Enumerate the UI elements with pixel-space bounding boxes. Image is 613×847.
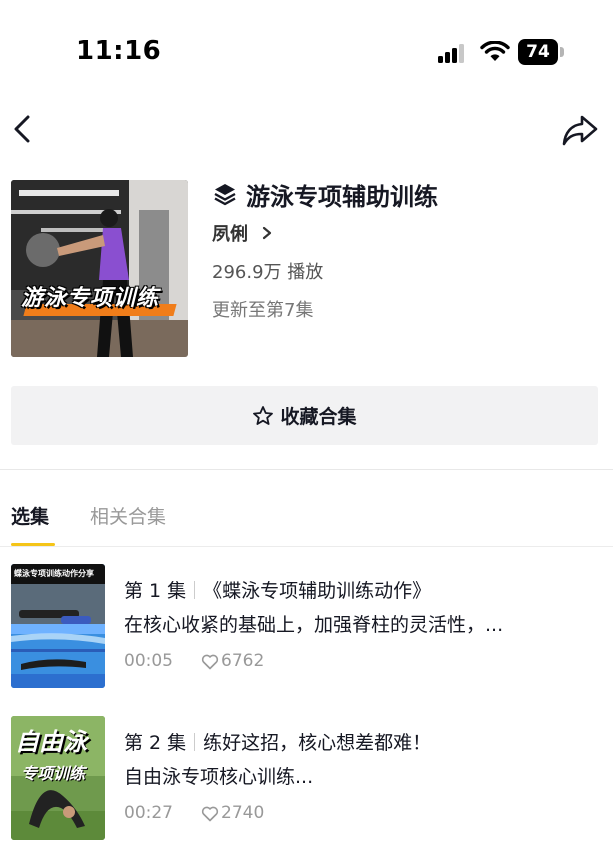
- back-arrow-icon[interactable]: [6, 112, 40, 146]
- episode-title-line: 第 1 集《蝶泳专项辅助训练动作》: [124, 576, 431, 603]
- wifi-icon: [480, 41, 510, 61]
- episode-thumbnail: 自由泳 专项训练: [11, 716, 105, 840]
- cover-title: 游泳专项训练: [21, 286, 160, 311]
- episode-item[interactable]: 蝶泳专项训练动作分享 第 1 集《蝶泳专项辅助训练动作》 在核心收紧的基础上，加…: [0, 562, 613, 692]
- episode-number: 第 2 集: [124, 732, 187, 754]
- battery-level: 74: [526, 42, 550, 62]
- episode-description: 自由泳专项核心训练...: [124, 766, 314, 788]
- episode-duration: 00:05: [124, 651, 173, 671]
- star-icon: [253, 405, 274, 425]
- play-count: 296.9万 播放: [212, 262, 324, 283]
- tab-related-collections[interactable]: 相关合集: [90, 502, 166, 529]
- favorite-label: 收藏合集: [280, 406, 357, 428]
- episode-duration: 00:27: [124, 803, 173, 823]
- author-name: 夙俐: [212, 224, 248, 245]
- tabs-divider: [0, 546, 613, 547]
- episode-meta: 00:27 2740: [124, 803, 264, 823]
- thumbnail-caption: 蝶泳专项训练动作分享: [14, 569, 94, 578]
- episode-thumbnail: 蝶泳专项训练动作分享: [11, 564, 105, 688]
- battery-icon: 74: [518, 39, 564, 65]
- section-divider: [0, 469, 613, 470]
- stack-icon: [214, 184, 236, 206]
- episode-likes: 2740: [221, 803, 265, 823]
- heart-icon: [201, 806, 219, 821]
- collection-title-row: 游泳专项辅助训练: [212, 178, 438, 211]
- collection-cover: 游泳专项训练: [11, 180, 188, 357]
- episode-title-line: 第 2 集练好这招，核心想差都难！: [124, 728, 431, 755]
- cover-photo: [11, 180, 188, 357]
- episode-likes: 6762: [221, 651, 265, 671]
- collection-page: 11:16 74 游泳专项训练 游泳专项辅助训练 夙俐 296.9万 播放 更新…: [0, 0, 613, 847]
- episode-title: 练好这招，核心想差都难！: [203, 732, 432, 754]
- share-icon[interactable]: [560, 112, 600, 148]
- thumbnail-caption-main: 自由泳: [15, 728, 87, 756]
- episode-number: 第 1 集: [124, 580, 187, 602]
- title-separator: [194, 581, 196, 599]
- collection-title: 游泳专项辅助训练: [246, 182, 438, 211]
- status-bar: 11:16 74: [0, 0, 613, 100]
- episode-description: 在核心收紧的基础上，加强脊柱的灵活性，...: [124, 614, 504, 636]
- update-info: 更新至第7集: [212, 300, 314, 321]
- heart-icon: [201, 654, 219, 669]
- tab-episodes[interactable]: 选集: [11, 502, 49, 529]
- thumbnail-caption-sub: 专项训练: [21, 764, 86, 783]
- favorite-collection-button[interactable]: 收藏合集: [11, 386, 598, 445]
- title-separator: [194, 733, 196, 751]
- episode-item[interactable]: 自由泳 专项训练 第 2 集练好这招，核心想差都难！ 自由泳专项核心训练... …: [0, 714, 613, 844]
- chevron-right-icon: [262, 226, 272, 240]
- episode-title: 《蝶泳专项辅助训练动作》: [203, 580, 432, 602]
- signal-icon: [438, 44, 464, 63]
- author-link[interactable]: 夙俐: [212, 220, 274, 246]
- status-time: 11:16: [76, 36, 162, 66]
- episode-meta: 00:05 6762: [124, 651, 264, 671]
